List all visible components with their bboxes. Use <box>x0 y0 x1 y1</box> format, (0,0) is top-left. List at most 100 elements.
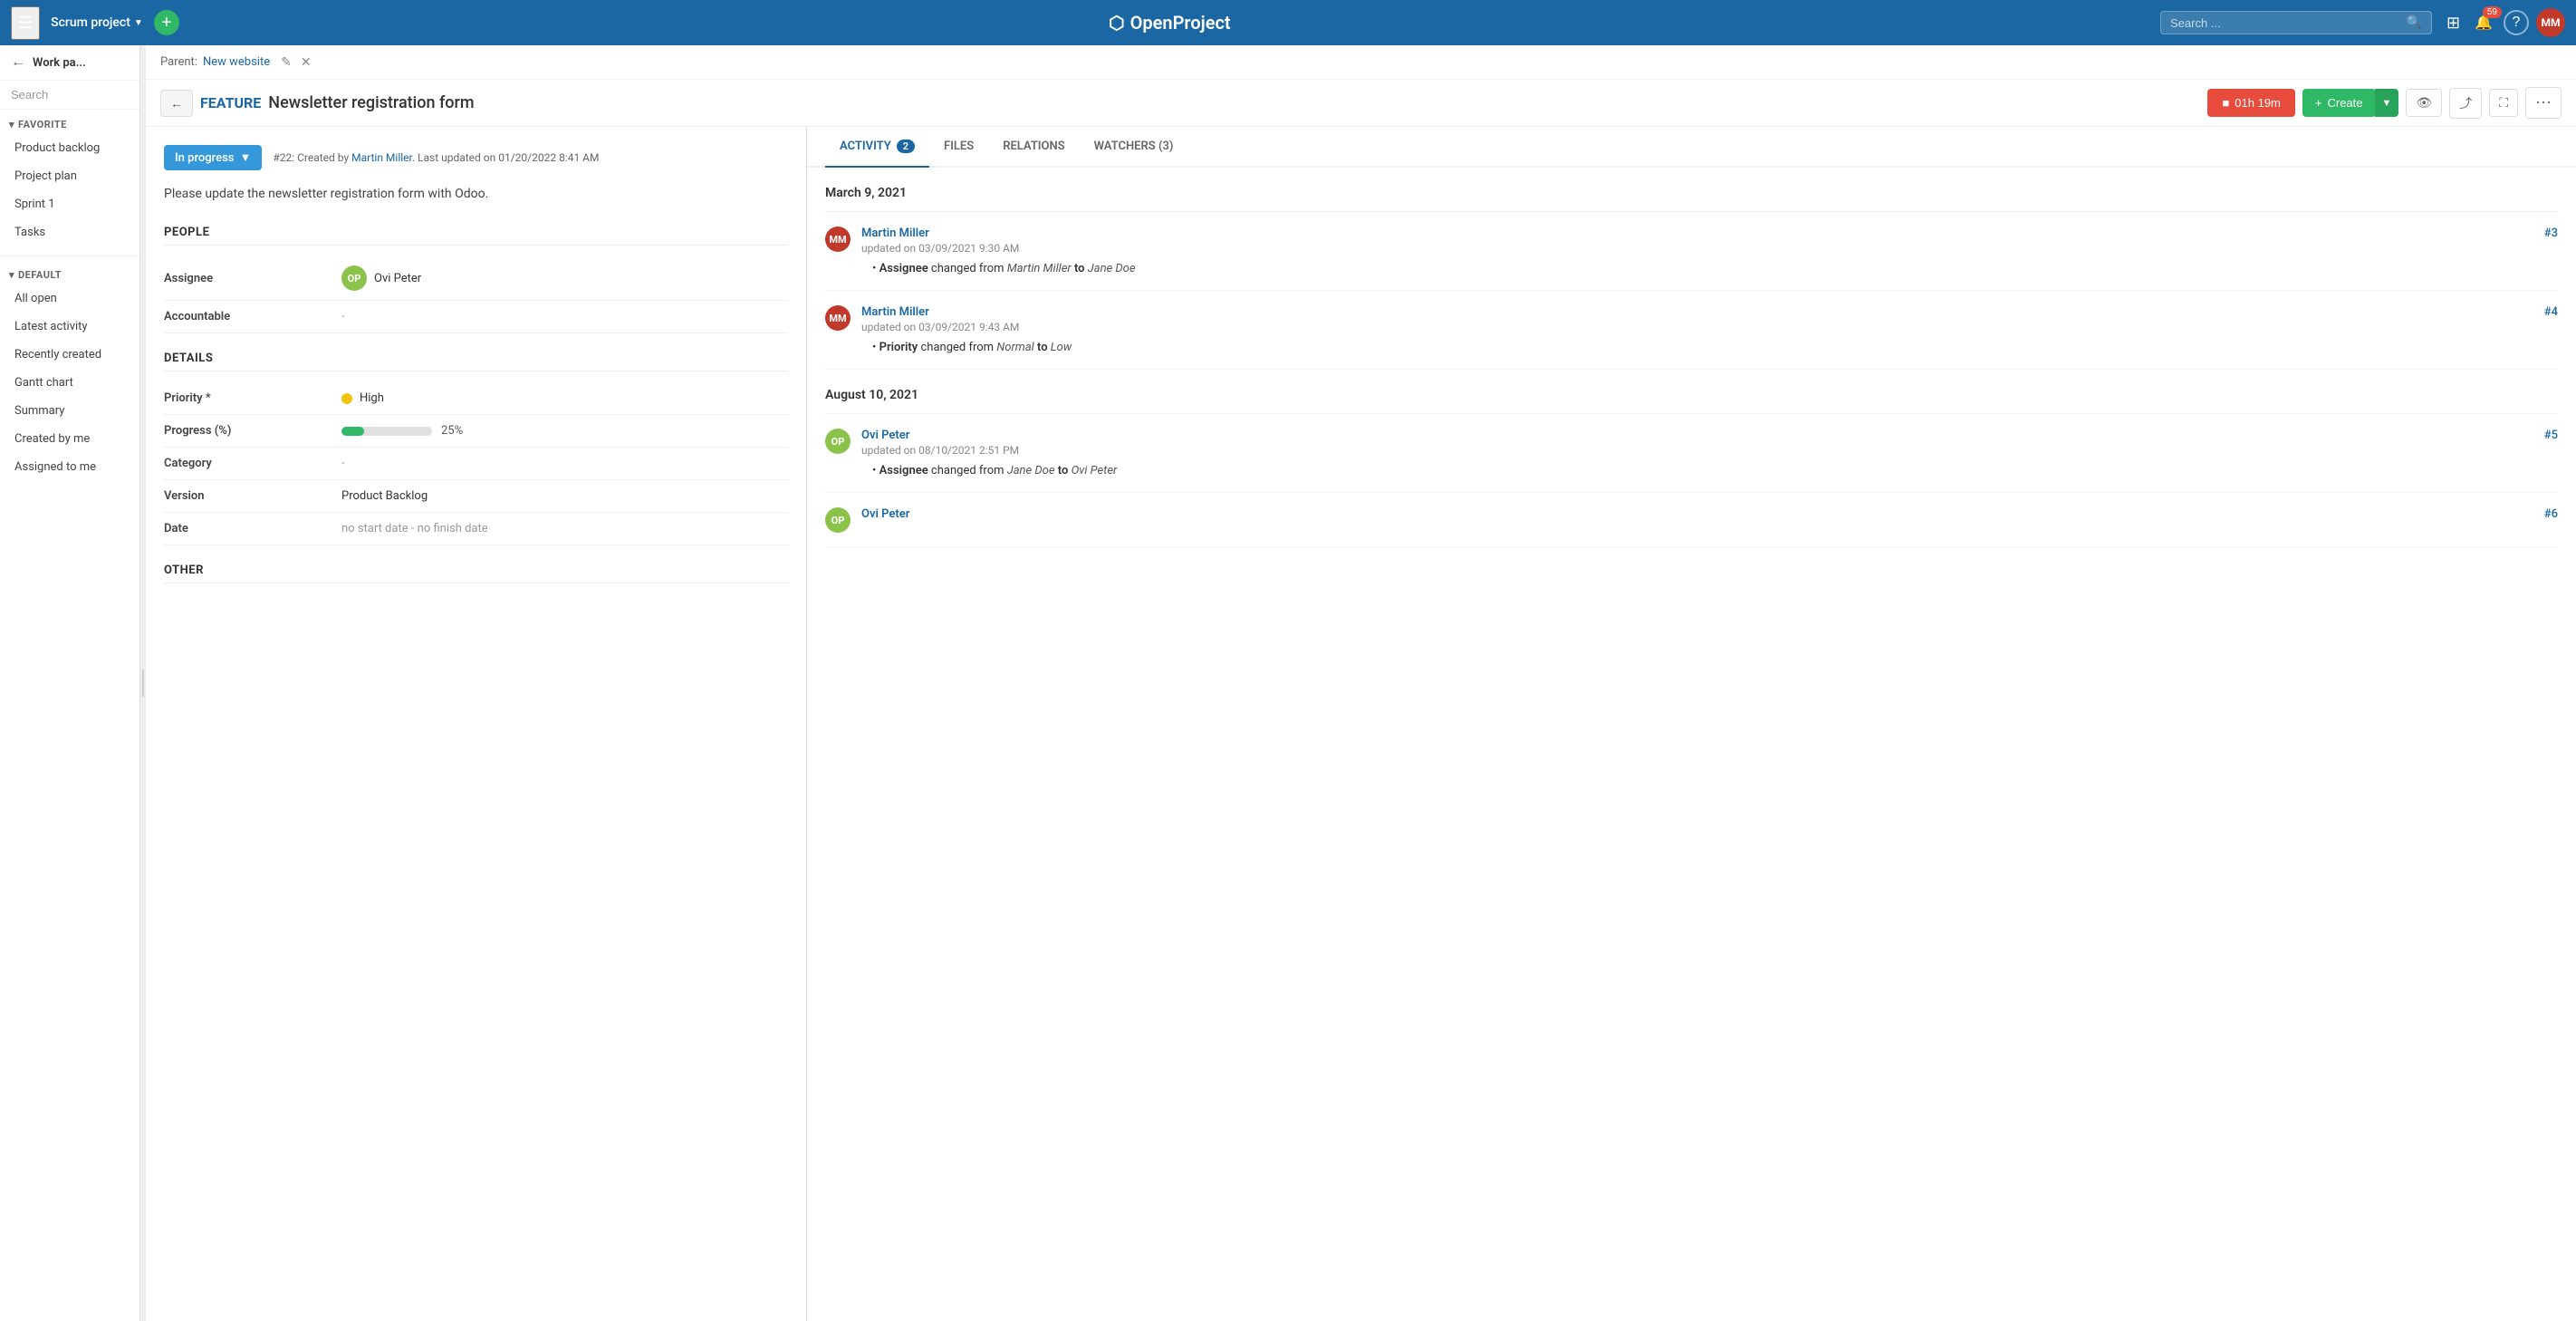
sidebar-default-header[interactable]: ▾ DEFAULT <box>0 265 139 284</box>
add-button[interactable]: + <box>154 10 179 35</box>
logo-text: OpenProject <box>1130 12 1231 34</box>
progress-row: Progress (%) 25% <box>164 415 788 448</box>
activity-item-6: OP Ovi Peter #6 <box>825 493 2558 548</box>
activity-time-4: updated on 03/09/2021 9:43 AM <box>861 321 2558 333</box>
user-avatar[interactable]: MM <box>2536 8 2565 37</box>
logo-icon: ⬡ <box>1109 12 1124 34</box>
help-icon[interactable]: ? <box>2504 10 2529 35</box>
sidebar-item-created-by-me[interactable]: Created by me <box>0 425 139 453</box>
tab-activity-badge: 2 <box>897 140 915 153</box>
activity-author-5: Ovi Peter <box>861 429 2558 442</box>
sidebar-favorite-arrow-icon: ▾ <box>9 119 14 130</box>
create-icon: + <box>2315 96 2322 110</box>
more-options-button[interactable]: ⋯ <box>2525 87 2562 119</box>
watch-button[interactable]: 👁 <box>2406 89 2442 117</box>
people-section-title: PEOPLE <box>164 226 788 246</box>
parent-link[interactable]: New website <box>203 55 270 69</box>
sidebar-search-input[interactable] <box>11 88 140 101</box>
priority-text: High <box>360 391 384 405</box>
date-label: Date <box>164 522 327 535</box>
activity-from-3: Martin Miller <box>1007 262 1072 275</box>
priority-value: High <box>341 391 384 405</box>
sidebar-item-project-plan[interactable]: Project plan <box>0 162 139 190</box>
sidebar-item-recently-created[interactable]: Recently created <box>0 341 139 369</box>
sidebar-item-tasks[interactable]: Tasks <box>0 218 139 246</box>
activity-number-3[interactable]: #3 <box>2544 227 2558 240</box>
main-layout: ← Work pa... 🔍 ▾ FAVORITE Product backlo… <box>0 45 2576 1321</box>
fullscreen-icon: ⛶ <box>2499 95 2508 110</box>
edit-icon[interactable]: ✎ <box>279 54 293 70</box>
menu-icon[interactable]: ☰ <box>11 6 40 40</box>
activity-author-4: Martin Miller <box>861 305 2558 319</box>
status-label: In progress <box>175 151 234 165</box>
activity-item-4: MM Martin Miller updated on 03/09/2021 9… <box>825 291 2558 370</box>
back-button[interactable]: ← <box>160 90 193 117</box>
activity-change-4: Priority changed from Normal to Low <box>861 341 2558 354</box>
activity-number-4[interactable]: #4 <box>2544 305 2558 319</box>
progress-container: 25% <box>341 424 463 438</box>
activity-to-label-4: to <box>1037 341 1048 354</box>
status-arrow-icon: ▼ <box>239 150 251 165</box>
accountable-label: Accountable <box>164 310 327 323</box>
tab-watchers-label: WATCHERS (3) <box>1094 140 1174 153</box>
project-name: Scrum project <box>51 15 130 30</box>
sidebar-resizer-handle <box>142 670 144 697</box>
assignee-value: OP Ovi Peter <box>341 265 421 291</box>
create-dropdown-button[interactable]: ▼ <box>2375 89 2399 117</box>
sidebar-item-all-open[interactable]: All open <box>0 284 139 313</box>
sidebar-favorite-header[interactable]: ▾ FAVORITE <box>0 115 139 134</box>
progress-label: Progress (%) <box>164 424 327 438</box>
activity-number-6[interactable]: #6 <box>2544 507 2558 521</box>
status-badge[interactable]: In progress ▼ <box>164 145 262 170</box>
date-header-march: March 9, 2021 <box>825 168 2558 212</box>
share-button[interactable]: ⤴ <box>2449 88 2482 119</box>
date-header-august: August 10, 2021 <box>825 370 2558 414</box>
sidebar-title: Work pa... <box>33 56 86 70</box>
sidebar-back-button[interactable]: ← <box>11 54 25 71</box>
activity-field-3: Assignee <box>879 262 928 275</box>
activity-field-5: Assignee <box>879 464 928 477</box>
tabs-header: ACTIVITY 2 FILES RELATIONS WATCHERS (3) <box>807 127 2576 168</box>
notifications-icon[interactable]: 🔔 59 <box>2471 10 2496 35</box>
activity-avatar-3: MM <box>825 227 851 252</box>
sidebar-item-product-backlog[interactable]: Product backlog <box>0 134 139 162</box>
assignee-avatar: OP <box>341 265 367 291</box>
create-label: Create <box>2327 96 2362 110</box>
search-input[interactable] <box>2170 16 2407 30</box>
sidebar-favorite-section: ▾ FAVORITE Product backlog Project plan … <box>0 110 139 252</box>
breadcrumb-actions: ✎ ✕ <box>279 54 312 70</box>
accountable-value: - <box>341 310 345 323</box>
sidebar-default-arrow-icon: ▾ <box>9 269 14 281</box>
activity-body-5: Ovi Peter updated on 08/10/2021 2:51 PM … <box>861 429 2558 477</box>
assignee-label: Assignee <box>164 272 327 285</box>
date-value: no start date - no finish date <box>341 522 488 535</box>
parent-label: Parent: <box>160 55 197 69</box>
activity-change-5: Assignee changed from Jane Doe to Ovi Pe… <box>861 464 2558 477</box>
timer-button[interactable]: ■ 01h 19m <box>2207 89 2294 117</box>
sidebar-item-assigned-to-me[interactable]: Assigned to me <box>0 453 139 481</box>
project-selector[interactable]: Scrum project ▼ <box>51 15 143 30</box>
search-icon: 🔍 <box>2407 15 2422 30</box>
activity-body-3: Martin Miller updated on 03/09/2021 9:30… <box>861 227 2558 275</box>
sidebar-item-sprint-1[interactable]: Sprint 1 <box>0 190 139 218</box>
status-meta: #22: Created by Martin Miller. Last upda… <box>273 151 599 164</box>
tab-activity[interactable]: ACTIVITY 2 <box>825 127 929 168</box>
sidebar-item-summary[interactable]: Summary <box>0 397 139 425</box>
tab-watchers[interactable]: WATCHERS (3) <box>1080 127 1188 168</box>
grid-icon[interactable]: ⊞ <box>2443 10 2464 36</box>
details-section-title: DETAILS <box>164 352 788 371</box>
tab-files[interactable]: FILES <box>929 127 988 168</box>
create-button[interactable]: + Create <box>2302 89 2376 117</box>
date-row: Date no start date - no finish date <box>164 513 788 545</box>
version-value: Product Backlog <box>341 489 428 503</box>
close-icon[interactable]: ✕ <box>299 54 313 70</box>
progress-text: 25% <box>441 424 463 438</box>
tab-relations[interactable]: RELATIONS <box>988 127 1079 168</box>
created-by-link[interactable]: Martin Miller <box>351 151 412 164</box>
sidebar-item-gantt-chart[interactable]: Gantt chart <box>0 369 139 397</box>
activity-number-5[interactable]: #5 <box>2544 429 2558 442</box>
accountable-row: Accountable - <box>164 301 788 333</box>
sidebar-favorite-label: FAVORITE <box>18 119 67 130</box>
sidebar-item-latest-activity[interactable]: Latest activity <box>0 313 139 341</box>
fullscreen-button[interactable]: ⛶ <box>2489 89 2518 117</box>
